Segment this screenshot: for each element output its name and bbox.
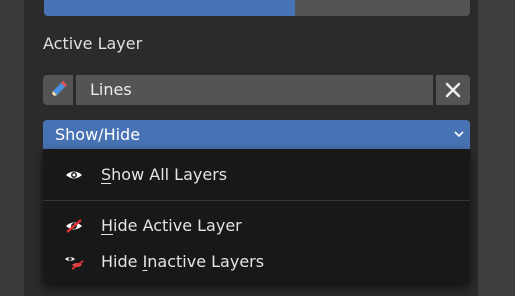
active-layer-value: Lines: [90, 80, 132, 99]
menu-item-show-all-layers[interactable]: Show All Layers: [43, 158, 470, 192]
background-right: [478, 0, 515, 296]
menu-item-label: Show All Layers: [101, 165, 228, 184]
pencil-icon: [51, 81, 67, 97]
show-hide-dropdown[interactable]: Show/Hide: [43, 120, 470, 149]
menu-item-label: Hide Active Layer: [101, 216, 242, 235]
chevron-down-icon: [454, 131, 464, 138]
menu-separator: [43, 200, 470, 201]
menu-item-label: Hide Inactive Layers: [101, 252, 265, 271]
close-icon: [445, 82, 461, 98]
clear-layer-button[interactable]: [436, 75, 470, 105]
top-progress-bar[interactable]: [44, 0, 470, 16]
eye-icon: [66, 171, 82, 179]
section-label: Active Layer: [43, 34, 143, 53]
pencil-button[interactable]: [43, 75, 73, 105]
background-left: [0, 0, 24, 296]
hidden-icon: [66, 219, 82, 233]
show-hide-menu: Show All Layers Hide Active Layer Hide I…: [43, 149, 470, 284]
top-progress-bar-fill: [44, 0, 296, 16]
show-hide-label: Show/Hide: [55, 125, 141, 144]
active-layer-field[interactable]: Lines: [76, 75, 433, 105]
menu-item-hide-inactive-layers[interactable]: Hide Inactive Layers: [43, 245, 470, 279]
menu-item-hide-active-layer[interactable]: Hide Active Layer: [43, 209, 470, 243]
hide-inactive-icon: [65, 257, 84, 270]
